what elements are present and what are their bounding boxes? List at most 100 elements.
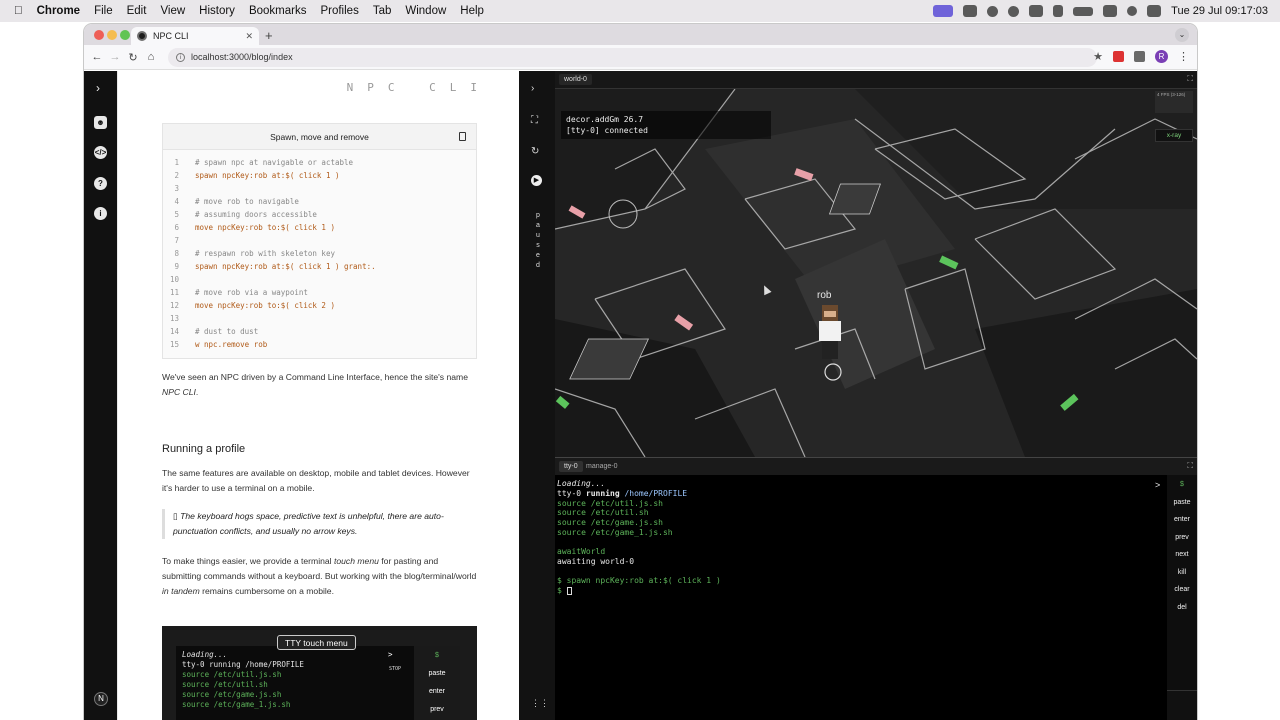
extensions-puzzle-icon[interactable] — [1134, 51, 1145, 62]
menubar-item-profiles[interactable]: Profiles — [320, 5, 358, 17]
tab-world-0[interactable]: world-0 — [559, 74, 592, 85]
terminal-menu-chevron-icon[interactable]: > — [1155, 480, 1160, 490]
site-info-icon[interactable]: i — [176, 52, 185, 62]
code-block-title: Spawn, move and remove — [163, 124, 476, 150]
menubar-clock[interactable]: Tue 29 Jul 09:17:03 — [1171, 5, 1268, 17]
menubar-tray: Tue 29 Jul 09:17:03 — [933, 5, 1280, 17]
code-line-text: # spawn npc at navigable or actable — [195, 158, 354, 167]
world-log-line-1: decor.addGm 26.7 — [566, 115, 644, 124]
code-line-text: # move rob via a waypoint — [195, 288, 308, 297]
home-icon[interactable]: ⌂ — [142, 51, 160, 63]
xray-toggle[interactable]: x-ray — [1155, 129, 1193, 142]
tab-search-button[interactable]: ⌄ — [1175, 28, 1189, 42]
code-line: 11 # move rob via a waypoint — [163, 288, 308, 301]
menubar-item-view[interactable]: View — [160, 5, 185, 17]
maximize-world-icon[interactable]: ⛶ — [1187, 74, 1193, 84]
key-icon[interactable] — [1053, 5, 1064, 17]
code-line: 5 # assuming doors accessible — [163, 210, 316, 223]
close-window-button[interactable] — [94, 30, 104, 40]
screen-record-icon[interactable] — [933, 5, 954, 17]
back-icon[interactable]: ← — [88, 51, 106, 63]
menubar-item-window[interactable]: Window — [405, 5, 446, 17]
new-tab-button[interactable]: + — [265, 28, 273, 43]
help-icon[interactable]: ? — [94, 177, 107, 190]
play-icon[interactable]: ▶ — [531, 175, 542, 186]
terminal-cursor — [566, 586, 572, 595]
menubar-app-name[interactable]: Chrome — [37, 5, 80, 17]
tab-manage-0[interactable]: manage-0 — [581, 461, 623, 472]
tty-image-line: source /etc/game.js.sh — [182, 690, 282, 699]
forward-icon[interactable]: → — [106, 51, 124, 63]
profile-path: /home/PROFILE — [624, 489, 688, 498]
npc-name-label: rob — [817, 290, 832, 301]
web-page: › ☻ </> ? i N NPC CLI Spawn, move and re… — [84, 71, 1197, 720]
tab-favicon-icon — [137, 31, 147, 41]
tab-tty-0[interactable]: tty-0 — [559, 461, 583, 472]
touch-menu-paste[interactable]: paste — [1167, 499, 1197, 506]
terminal-prompt-line[interactable]: $ — [557, 586, 572, 595]
tty-image-line: source /etc/game_1.js.sh — [182, 700, 291, 709]
copy-icon[interactable] — [459, 132, 466, 141]
menubar-item-file[interactable]: File — [94, 5, 113, 17]
bookmark-star-icon[interactable]: ★ — [1093, 50, 1103, 63]
wifi-icon[interactable] — [1103, 5, 1118, 17]
menubar-item-history[interactable]: History — [199, 5, 235, 17]
world-viewport[interactable]: decor.addGm 26.7 [tty-0] connected 4 FPS… — [555, 89, 1197, 457]
touch-menu-clear[interactable]: clear — [1167, 586, 1197, 593]
menubar-item-tab[interactable]: Tab — [373, 5, 392, 17]
code-line: 3 — [163, 184, 195, 197]
npc-legs — [822, 341, 838, 359]
code-line-number: 5 — [174, 210, 179, 219]
glasses-icon[interactable] — [1029, 5, 1044, 17]
terminal-line: awaitWorld — [557, 547, 606, 557]
paused-letter: a — [536, 222, 540, 229]
terminal-line: source /etc/util.sh — [557, 508, 649, 518]
grid-menu-icon[interactable]: ⋮⋮ — [531, 698, 549, 709]
menubar-item-edit[interactable]: Edit — [127, 5, 147, 17]
close-tab-icon[interactable]: ✕ — [245, 31, 253, 42]
code-line: 7 — [163, 236, 195, 249]
menubar-item-help[interactable]: Help — [460, 5, 484, 17]
code-icon[interactable]: </> — [94, 146, 107, 159]
compass-icon[interactable] — [987, 5, 999, 17]
reload-icon[interactable]: ↻ — [124, 51, 142, 64]
world-scene — [555, 89, 1197, 457]
extension-icon[interactable] — [1113, 51, 1124, 62]
address-bar[interactable]: i localhost:3000/blog/index — [168, 47, 1097, 67]
browser-menu-icon[interactable]: ⋮ — [1178, 50, 1189, 63]
site-title[interactable]: NPC CLI — [347, 81, 491, 94]
touch-menu-del[interactable]: del — [1167, 604, 1197, 611]
fullscreen-icon[interactable]: ⛶ — [531, 115, 538, 126]
terminal-line: awaiting world-0 — [557, 556, 635, 566]
touch-menu-dollar[interactable]: $ — [1167, 481, 1197, 488]
search-icon[interactable] — [1127, 6, 1138, 16]
info-icon[interactable]: i — [94, 207, 107, 220]
menubar-item-bookmarks[interactable]: Bookmarks — [249, 5, 307, 17]
zoom-window-button[interactable] — [120, 30, 130, 40]
battery-icon[interactable] — [1073, 6, 1094, 16]
terminal[interactable]: Loading... tty-0 running /home/PROFILE s… — [555, 475, 1167, 720]
paragraph-npc-cli: We've seen an NPC driven by a Command Li… — [162, 372, 468, 397]
npc-rob[interactable] — [819, 305, 841, 363]
expand-app-icon[interactable]: › — [531, 83, 534, 94]
minimize-window-button[interactable] — [107, 30, 117, 40]
touch-menu-kill[interactable]: kill — [1167, 569, 1197, 576]
toolbar-right: ★ R ⋮ — [1093, 50, 1189, 63]
world-tab-bar: world-0 ⛶ — [555, 71, 1197, 89]
browser-tab[interactable]: NPC CLI ✕ — [131, 27, 259, 45]
touch-menu-next[interactable]: next — [1167, 551, 1197, 558]
tray-app-icon[interactable] — [963, 5, 978, 17]
maximize-terminal-icon[interactable]: ⛶ — [1187, 461, 1193, 471]
robot-icon[interactable]: ☻ — [94, 116, 107, 129]
touch-menu-enter[interactable]: enter — [1167, 516, 1197, 523]
url-text[interactable]: localhost:3000/blog/index — [191, 52, 293, 62]
control-center-icon[interactable] — [1147, 5, 1162, 17]
apple-icon[interactable]:  — [14, 5, 23, 17]
reset-icon[interactable]: ↻ — [531, 146, 539, 157]
touch-menu-prev[interactable]: prev — [1167, 534, 1197, 541]
expand-nav-icon[interactable]: › — [96, 81, 100, 95]
tab-strip: NPC CLI ✕ + ⌄ — [84, 24, 1197, 45]
moon-icon[interactable] — [1008, 5, 1020, 17]
profile-avatar[interactable]: R — [1155, 50, 1168, 63]
nextjs-icon[interactable]: N — [94, 692, 108, 706]
